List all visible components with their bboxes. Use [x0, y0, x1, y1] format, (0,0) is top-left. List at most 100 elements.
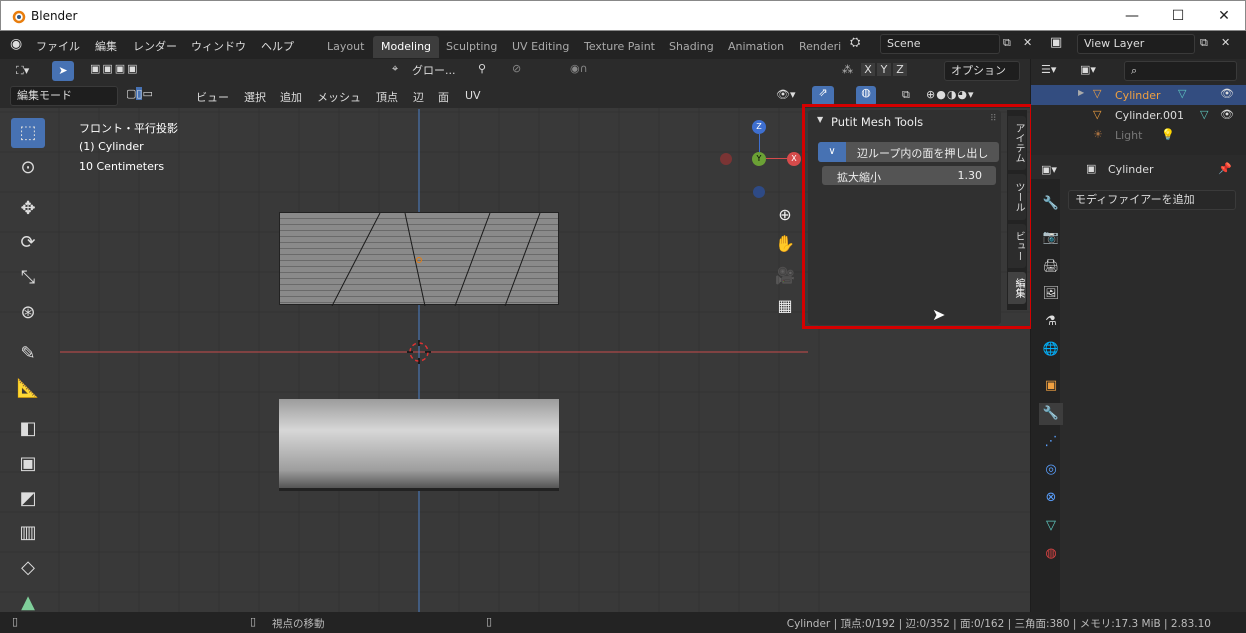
transform-orientation-dropdown[interactable]: グロー...	[412, 62, 456, 78]
select-tool-icon[interactable]: ➤	[52, 61, 74, 81]
scene-copy-icon[interactable]: ⧉	[1003, 36, 1011, 50]
overlay-toggle-icon[interactable]: ◍	[856, 86, 876, 106]
measure-tool-icon[interactable]: 📐	[11, 374, 45, 404]
knife-tool-icon[interactable]: ◇	[11, 553, 45, 583]
annotate-tool-icon[interactable]: ✎	[11, 339, 45, 369]
pin-icon[interactable]: 📌	[1218, 162, 1232, 175]
tool-settings-icon[interactable]: 🔧	[1039, 193, 1063, 215]
axis-y-toggle[interactable]: Y	[877, 63, 891, 76]
options-dropdown[interactable]: オプション	[944, 61, 1020, 81]
view-layer-props-icon[interactable]: 🖼	[1039, 283, 1063, 305]
close-button[interactable]: ✕	[1201, 1, 1246, 31]
visibility-eye-icon[interactable]: 👁	[1220, 87, 1234, 100]
tab-rendering[interactable]: Renderi	[791, 36, 841, 58]
add-modifier-dropdown[interactable]: モディファイアーを追加	[1068, 190, 1236, 210]
cylinder-mesh-bottom[interactable]	[279, 399, 559, 491]
physics-icon[interactable]: ◎	[1039, 459, 1063, 481]
gizmo-neg-x[interactable]	[720, 153, 732, 165]
tab-modeling[interactable]: Modeling	[373, 36, 440, 58]
menu-add[interactable]: 追加	[280, 89, 302, 105]
axis-x-toggle[interactable]: X	[861, 63, 875, 76]
gizmo-x-axis[interactable]: X	[787, 152, 801, 166]
zoom-icon[interactable]: ⊕	[772, 202, 798, 228]
outliner-item-light[interactable]: Light	[1115, 129, 1142, 142]
rotate-tool-icon[interactable]: ⟳	[11, 228, 45, 258]
output-icon[interactable]: 🖨	[1039, 256, 1063, 278]
transform-tool-icon[interactable]: ⊛	[11, 298, 45, 328]
render-icon[interactable]: 📷	[1039, 227, 1063, 249]
menu-window[interactable]: ウィンドウ	[191, 38, 246, 54]
mirror-icon[interactable]: ⁂	[842, 63, 853, 76]
material-icon[interactable]: ◍	[1039, 543, 1063, 565]
maximize-button[interactable]: ☐	[1155, 1, 1201, 31]
object-data-icon[interactable]: ▽	[1039, 515, 1063, 537]
minimize-button[interactable]: —	[1109, 1, 1155, 31]
gizmo-y-axis[interactable]: Y	[752, 152, 766, 166]
tab-animation[interactable]: Animation	[720, 36, 792, 58]
scene-name-field[interactable]: Scene	[880, 34, 1000, 54]
loop-cut-tool-icon[interactable]: ▥	[11, 518, 45, 548]
scale-tool-icon[interactable]: ⤡	[11, 263, 45, 293]
select-box-tool-icon[interactable]: ⬚	[11, 118, 45, 148]
axis-z-toggle[interactable]: Z	[893, 63, 907, 76]
modifier-props-icon[interactable]: 🔧	[1039, 403, 1063, 425]
visibility-icon[interactable]: 👁▾	[776, 88, 796, 101]
mode-dropdown[interactable]: 編集モード	[10, 86, 118, 106]
select-mode-icons[interactable]: ▣▣▣▣	[90, 62, 140, 75]
blender-menu-icon[interactable]: ◉	[10, 36, 22, 52]
scene-icon[interactable]: ⛭	[850, 35, 860, 50]
menu-uv[interactable]: UV	[465, 89, 481, 102]
pan-hand-icon[interactable]: ✋	[772, 231, 798, 257]
menu-help[interactable]: ヘルプ	[261, 38, 294, 54]
extrude-tool-icon[interactable]: ◧	[11, 414, 45, 444]
gizmo-toggle-icon[interactable]: ⇗	[812, 86, 834, 106]
ortho-grid-icon[interactable]: ▦	[772, 293, 798, 319]
cylinder-mesh-top[interactable]	[279, 212, 559, 306]
camera-icon[interactable]: 🎥	[772, 263, 798, 289]
outliner-item-cylinder[interactable]: Cylinder	[1115, 89, 1161, 102]
tab-uv-editing[interactable]: UV Editing	[504, 36, 577, 58]
pivot-point-icon[interactable]: ⚲	[478, 62, 486, 75]
xray-icon[interactable]: ⧉	[902, 88, 910, 102]
view-layer-field[interactable]: View Layer	[1077, 34, 1195, 54]
transform-pivot-icon[interactable]: ⌖	[392, 62, 398, 76]
outliner-display-mode-icon[interactable]: ☰▾	[1041, 63, 1056, 76]
menu-edit[interactable]: 編集	[95, 38, 117, 54]
particles-icon[interactable]: ⋰	[1039, 431, 1063, 453]
select-element-icons[interactable]: ▢▯▭	[126, 87, 153, 100]
scene-props-icon[interactable]: ⚗	[1039, 311, 1063, 333]
menu-view[interactable]: ビュー	[196, 89, 229, 105]
menu-edge[interactable]: 辺	[413, 89, 424, 105]
scene-close-icon[interactable]: ✕	[1023, 36, 1032, 49]
menu-render[interactable]: レンダー	[133, 38, 177, 54]
cursor-tool-icon[interactable]: ⊙	[11, 153, 45, 183]
view-layer-close-icon[interactable]: ✕	[1221, 36, 1230, 49]
view-layer-copy-icon[interactable]: ⧉	[1200, 36, 1208, 50]
properties-editor-type-icon[interactable]: ▣▾	[1041, 163, 1057, 176]
inset-tool-icon[interactable]: ▣	[11, 449, 45, 479]
tab-shading[interactable]: Shading	[661, 36, 722, 58]
proportional-edit-icon[interactable]: ◉∩	[570, 62, 588, 75]
object-type-dropdown[interactable]: ⛶▾	[10, 62, 40, 82]
menu-face[interactable]: 面	[438, 89, 449, 105]
constraints-icon[interactable]: ⊗	[1039, 487, 1063, 509]
menu-select[interactable]: 選択	[244, 89, 266, 105]
gizmo-neg-z[interactable]	[753, 186, 765, 198]
expand-arrow-icon[interactable]: ▶	[1078, 88, 1084, 97]
move-tool-icon[interactable]: ✥	[11, 194, 45, 224]
object-props-icon[interactable]: ▣	[1039, 375, 1063, 397]
visibility-eye-icon[interactable]: 👁	[1220, 108, 1234, 121]
tab-layout[interactable]: Layout	[319, 36, 372, 58]
tab-sculpting[interactable]: Sculpting	[438, 36, 505, 58]
view-layer-icon[interactable]: ▣	[1050, 35, 1062, 50]
menu-mesh[interactable]: メッシュ	[317, 89, 361, 105]
outliner-item-cylinder-001[interactable]: Cylinder.001	[1115, 109, 1184, 122]
gizmo-z-axis[interactable]: Z	[752, 120, 766, 134]
shading-mode-icons[interactable]: ⊕●◑◕▾	[926, 88, 975, 101]
outliner-filter-icon[interactable]: ▣▾	[1080, 63, 1096, 76]
bevel-tool-icon[interactable]: ◩	[11, 484, 45, 514]
menu-file[interactable]: ファイル	[36, 38, 80, 54]
tab-texture-paint[interactable]: Texture Paint	[576, 36, 663, 58]
snap-icon[interactable]: ⊘	[512, 62, 521, 75]
menu-vertex[interactable]: 頂点	[376, 89, 398, 105]
